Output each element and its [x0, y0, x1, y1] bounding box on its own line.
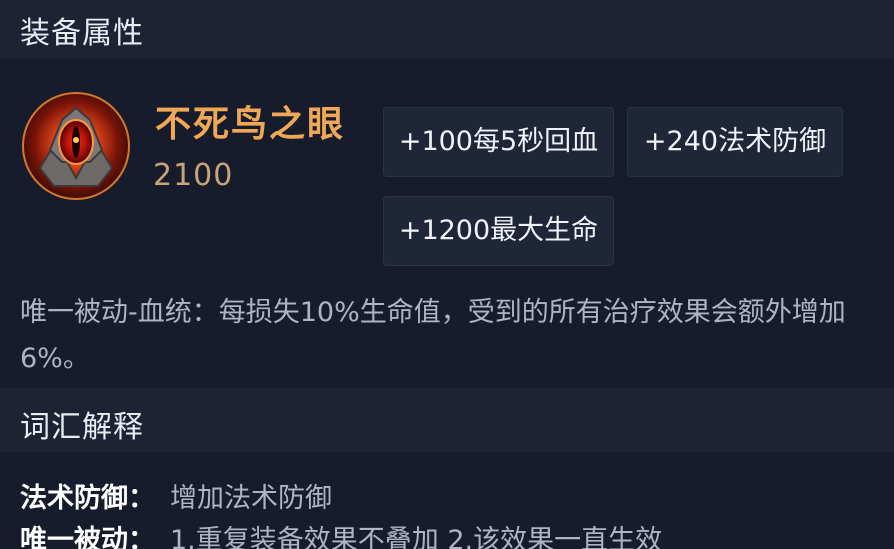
glossary-term: 唯一被动： — [20, 525, 155, 549]
glossary-term: 法术防御： — [20, 483, 155, 514]
stat-chip-max-hp: +1200最大生命 — [383, 196, 614, 266]
glossary-definition: 增加法术防御 — [170, 483, 332, 514]
passive-description: 唯一被动-血统：每损失10%生命值，受到的所有治疗效果会额外增加6%。 — [20, 297, 846, 374]
glossary-definition: 1.重复装备效果不叠加 2.该效果一直生效 — [170, 525, 663, 549]
stat-chip-hp-regen: +100每5秒回血 — [383, 107, 614, 177]
item-price: 2100 — [153, 158, 234, 193]
glossary-header: 词汇解释 — [0, 388, 894, 452]
stat-chip-magic-defense: +240法术防御 — [627, 107, 843, 177]
equipment-attributes-header: 装备属性 — [0, 0, 894, 58]
phoenix-eye-icon — [20, 90, 132, 202]
item-name: 不死鸟之眼 — [155, 104, 346, 145]
item-detail-page: 装备属性 不死鸟之眼 2100 +100每5秒回血 +240法术防御 +1200… — [0, 0, 894, 549]
glossary-row: 唯一被动： 1.重复装备效果不叠加 2.该效果一直生效 — [20, 518, 662, 549]
glossary-row: 法术防御： 增加法术防御 — [20, 476, 332, 515]
equipment-attributes-title: 装备属性 — [20, 16, 144, 51]
glossary-title: 词汇解释 — [20, 410, 144, 445]
